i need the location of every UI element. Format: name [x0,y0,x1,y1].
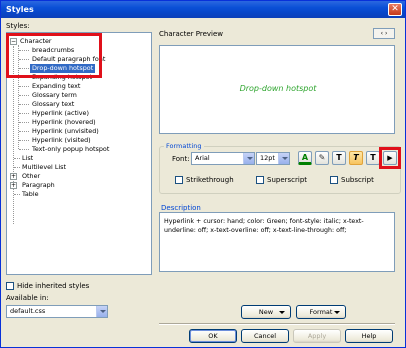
expand-icon[interactable]: + [10,182,17,189]
chevron-down-icon [243,153,254,164]
formatting-group: Formatting Font: Arial 12pt A ✎ T T T ▶ … [159,142,401,194]
tree-line [14,194,20,195]
tree-line [19,140,29,141]
italic-button[interactable]: T [349,151,363,165]
styles-label: Styles: [6,22,30,30]
help-button[interactable]: Help [345,329,393,343]
chevron-down-icon [279,311,285,314]
font-select[interactable]: Arial [191,152,255,165]
highlight-box [6,33,102,78]
hide-inherited-checkbox[interactable] [6,282,14,290]
tree-line [19,122,29,123]
tree-item-glossary-text[interactable]: Glossary text [32,100,74,109]
tree-item-table[interactable]: Table [22,190,39,199]
tree-line [14,167,20,168]
tree-item-hyperlink-active[interactable]: Hyperlink (active) [32,109,89,118]
tree-item-hyperlink-hovered[interactable]: Hyperlink (hovered) [32,118,96,127]
tree-line [19,104,29,105]
highlight-pen-icon[interactable]: ✎ [315,151,329,165]
formatting-title: Formatting [164,142,204,150]
tree-line [19,149,29,150]
format-button[interactable]: Format [296,305,346,319]
separator [159,323,395,325]
subscript-checkbox[interactable] [330,176,338,184]
strikethrough-label: Strikethrough [186,176,234,184]
chevron-down-icon [278,153,289,164]
tree-line [19,131,29,132]
tree-line [19,95,29,96]
format-button-label: Format [309,308,333,316]
available-in-value: default.css [10,307,46,315]
description-box: Hyperlink + cursor: hand; color: Green; … [159,212,395,272]
hide-inherited-label: Hide inherited styles [17,282,90,290]
bold-button[interactable]: T [332,151,346,165]
tree-item-glossary-term[interactable]: Glossary term [32,91,77,100]
character-preview-label: Character Preview [159,30,224,38]
close-icon[interactable]: ✕ [388,3,402,16]
new-button[interactable]: New [241,305,291,319]
apply-button[interactable]: Apply [293,329,341,343]
tree-item-paragraph[interactable]: Paragraph [22,181,55,190]
character-preview-panel: Drop-down hotspot [159,45,395,134]
chevron-down-icon [96,306,107,317]
expand-icon[interactable]: + [10,173,17,180]
tree-line [19,113,29,114]
styles-dialog: Styles ✕ Styles: − Character breadcrumbs… [0,0,406,348]
superscript-label: Superscript [267,176,308,184]
font-value: Arial [195,154,210,162]
font-size-select[interactable]: 12pt [256,152,290,165]
preview-text: Drop-down hotspot [239,84,317,93]
subscript-label: Subscript [341,176,374,184]
tree-item-text-only-popup-hotspot[interactable]: Text-only popup hotspot [32,145,109,154]
tree-item-expanding-text[interactable]: Expanding text [32,82,80,91]
font-size-value: 12pt [260,154,275,162]
ok-button[interactable]: OK [189,329,237,343]
tree-item-list[interactable]: List [22,154,33,163]
tree-item-other[interactable]: Other [22,172,40,181]
tree-item-multilevel-list[interactable]: Multilevel List [22,163,66,172]
superscript-checkbox[interactable] [256,176,264,184]
cancel-button[interactable]: Cancel [241,329,289,343]
title-bar: Styles ✕ [1,1,405,18]
font-label: Font: [172,155,190,163]
tree-line [14,158,20,159]
description-title: Description [161,204,201,212]
new-button-label: New [258,308,274,316]
preview-scroll-icon[interactable]: ‹ › [373,28,395,39]
window-title: Styles [6,5,34,14]
highlight-box [379,147,401,169]
tree-line [19,86,29,87]
text-color-button[interactable]: A [298,151,312,165]
tree-item-hyperlink-visited[interactable]: Hyperlink (visited) [32,136,91,145]
tree-item-hyperlink-unvisited[interactable]: Hyperlink (unvisited) [32,127,99,136]
underline-button[interactable]: T [366,151,380,165]
available-in-label: Available in: [6,294,49,302]
chevron-down-icon [334,311,340,314]
strikethrough-checkbox[interactable] [175,176,183,184]
available-in-select[interactable]: default.css [6,305,108,318]
